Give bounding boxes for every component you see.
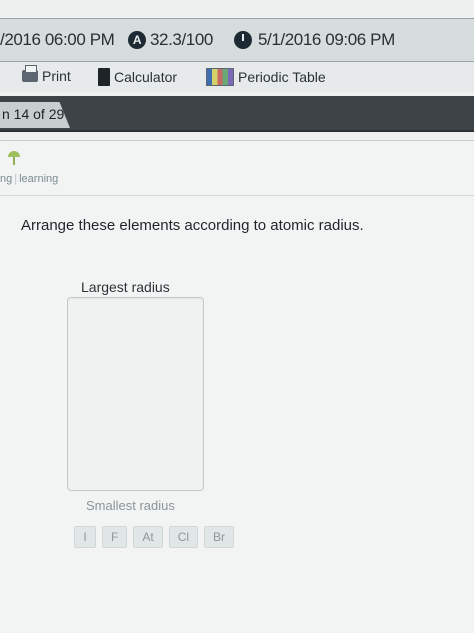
ranking-drop-zone[interactable] — [67, 297, 204, 491]
toolbar: Print Calculator Periodic Table — [0, 62, 474, 92]
element-tile-f[interactable]: F — [102, 526, 128, 548]
print-button[interactable]: Print — [22, 65, 71, 84]
question-counter-tab[interactable]: n 14 of 29 — [0, 102, 70, 128]
brand-text-left: ng — [0, 173, 13, 185]
calculator-icon — [98, 68, 110, 86]
periodic-table-button[interactable]: Periodic Table — [206, 68, 326, 86]
assignment-status-bar: /2016 06:00 PM A 32.3/100 5/1/2016 09:06… — [0, 18, 474, 62]
clock-icon — [234, 31, 252, 49]
current-date-text: 5/1/2016 09:06 PM — [258, 30, 395, 49]
largest-radius-label: Largest radius — [81, 279, 170, 295]
due-date-text: /2016 06:00 PM — [0, 30, 115, 49]
element-tile-i[interactable]: I — [74, 526, 96, 548]
brand-separator: | — [14, 173, 18, 185]
question-prompt: Arrange these elements according to atom… — [21, 217, 364, 234]
element-tile-at[interactable]: At — [133, 526, 163, 548]
score-icon: A — [128, 31, 146, 49]
divider — [0, 195, 474, 196]
smallest-radius-label: Smallest radius — [86, 498, 175, 513]
score-text: 32.3/100 — [150, 30, 213, 49]
brand-text-right: learning — [19, 173, 59, 185]
question-panel: ng | learning Arrange these elements accor… — [0, 140, 474, 633]
question-tab-strip: n 14 of 29 — [0, 96, 474, 132]
brand-text: ng | learning — [0, 173, 58, 185]
element-tiles: I F At Cl Br — [74, 526, 235, 548]
print-label: Print — [42, 68, 71, 84]
printer-icon — [22, 65, 38, 82]
calculator-button[interactable]: Calculator — [98, 68, 177, 86]
brand-logo: ng | learning — [0, 151, 70, 187]
element-tile-cl[interactable]: Cl — [168, 526, 199, 548]
periodic-table-label: Periodic Table — [238, 69, 326, 85]
element-tile-br[interactable]: Br — [204, 526, 235, 548]
leaf-icon — [8, 151, 20, 165]
periodic-table-icon — [206, 68, 234, 86]
calculator-label: Calculator — [114, 69, 178, 85]
